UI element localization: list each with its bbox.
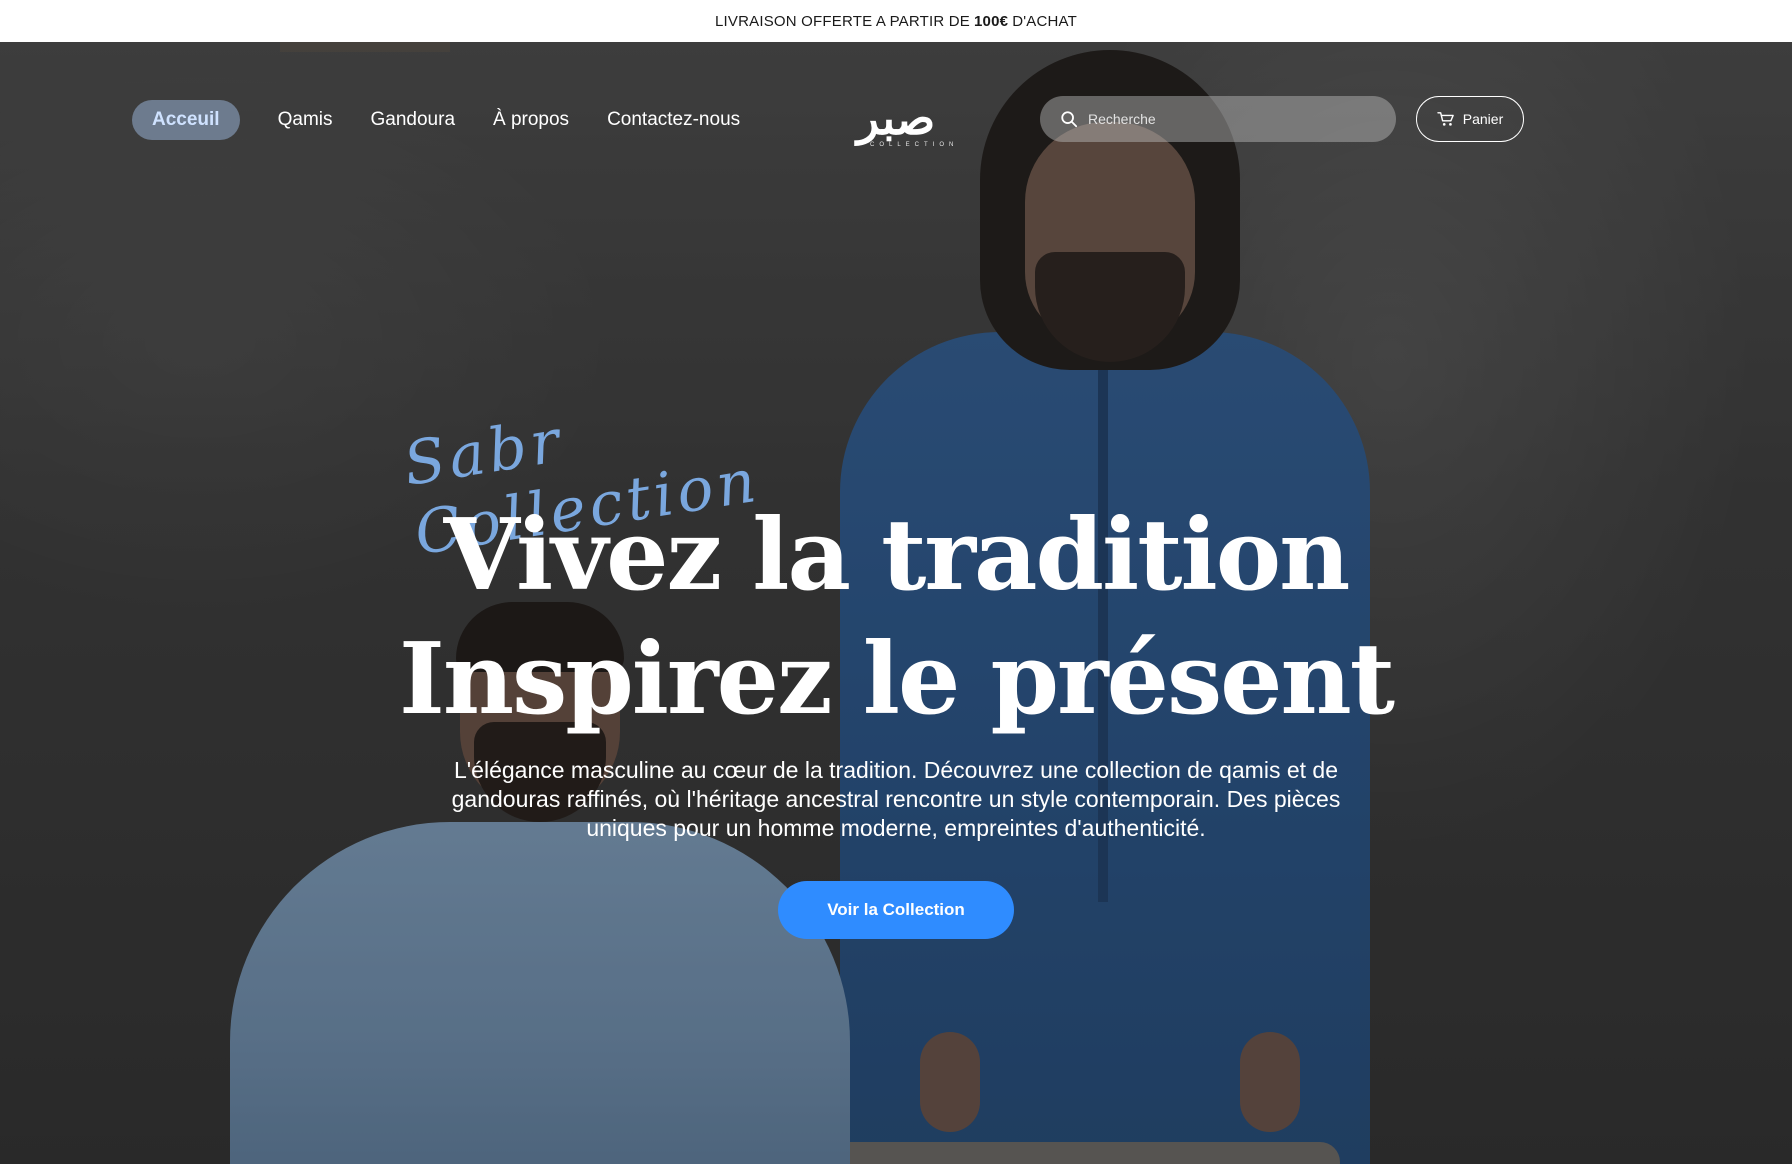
view-collection-button[interactable]: Voir la Collection — [778, 881, 1014, 939]
logo-arabic: صبر — [856, 91, 936, 145]
nav-item-a-propos[interactable]: À propos — [493, 101, 569, 139]
nav-item-qamis[interactable]: Qamis — [278, 101, 333, 139]
brand-logo[interactable]: صبر COLLECTION — [826, 90, 966, 154]
hero-headline-2: Inspirez le présent — [398, 622, 1395, 737]
hero-headline-1: Vivez la tradition — [443, 498, 1351, 613]
announcement-suffix: D'ACHAT — [1012, 12, 1078, 30]
nav-item-contact[interactable]: Contactez-nous — [607, 101, 740, 139]
search-input[interactable] — [1088, 111, 1368, 127]
announcement-bar: LIVRAISON OFFERTE A PARTIR DE 100€ D'ACH… — [0, 0, 1792, 42]
search-icon — [1061, 111, 1078, 128]
main-nav: Acceuil Qamis Gandoura À propos Contacte… — [0, 42, 1792, 152]
nav-item-gandoura[interactable]: Gandoura — [371, 101, 456, 139]
logo-subtitle: COLLECTION — [870, 142, 959, 148]
hero-description: L'élégance masculine au cœur de la tradi… — [451, 757, 1341, 841]
cart-button[interactable]: Panier — [1416, 96, 1524, 142]
announcement-prefix: LIVRAISON OFFERTE A PARTIR DE — [714, 12, 971, 30]
nav-links: Acceuil Qamis Gandoura À propos Contacte… — [132, 100, 740, 140]
search-bar[interactable] — [1040, 96, 1396, 142]
cart-label: Panier — [1462, 111, 1504, 127]
cart-icon — [1437, 112, 1454, 126]
nav-item-acceuil[interactable]: Acceuil — [132, 100, 240, 140]
announcement-amount: 100€ — [974, 12, 1009, 30]
